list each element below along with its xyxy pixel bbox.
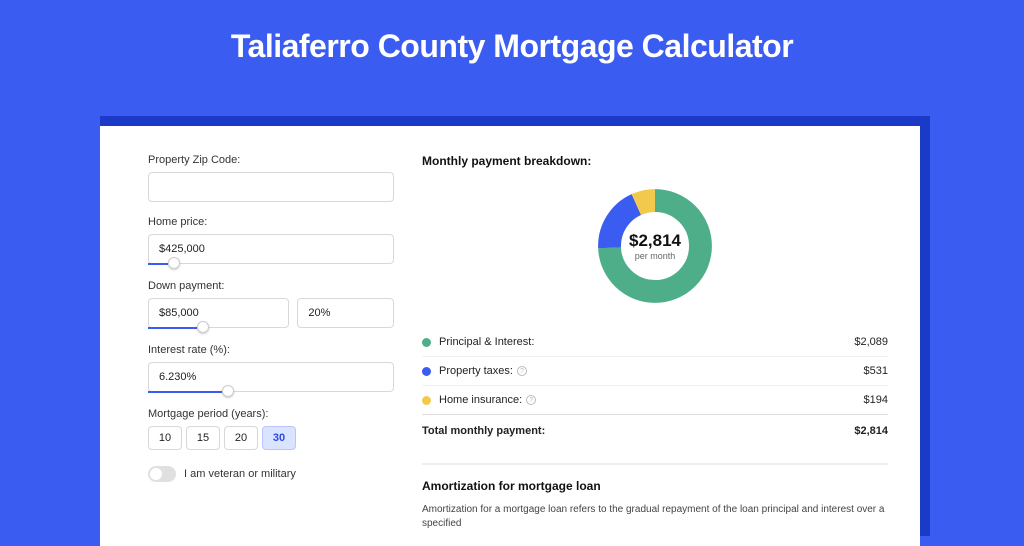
info-icon[interactable]: ? [517, 366, 527, 376]
page-title: Taliaferro County Mortgage Calculator [0, 0, 1024, 83]
down-slider-fill [148, 327, 197, 329]
legend-dot [422, 367, 431, 376]
total-label: Total monthly payment: [422, 425, 854, 437]
down-slider[interactable] [148, 326, 394, 330]
rate-slider-fill [148, 391, 222, 393]
down-slider-thumb[interactable] [197, 321, 209, 333]
period-btn-30[interactable]: 30 [262, 426, 296, 450]
amort-title: Amortization for mortgage loan [422, 479, 888, 493]
legend-label: Home insurance: ? [439, 394, 864, 406]
donut-amount: $2,814 [629, 231, 681, 251]
price-slider-thumb[interactable] [168, 257, 180, 269]
donut-wrap: $2,814 per month [422, 178, 888, 328]
breakdown-title: Monthly payment breakdown: [422, 154, 888, 168]
zip-label: Property Zip Code: [148, 154, 394, 166]
price-input[interactable] [148, 234, 394, 264]
veteran-label: I am veteran or military [184, 468, 296, 480]
donut-center: $2,814 per month [595, 186, 715, 306]
price-group: Home price: [148, 216, 394, 266]
zip-group: Property Zip Code: [148, 154, 394, 202]
down-percent-input[interactable] [297, 298, 394, 328]
rate-input[interactable] [148, 362, 394, 392]
total-value: $2,814 [854, 425, 888, 437]
period-label: Mortgage period (years): [148, 408, 394, 420]
breakdown-column: Monthly payment breakdown: $2,814 per mo… [422, 154, 888, 546]
amort-section: Amortization for mortgage loan Amortizat… [422, 463, 888, 531]
price-slider[interactable] [148, 262, 394, 266]
legend: Principal & Interest:$2,089Property taxe… [422, 328, 888, 414]
rate-slider[interactable] [148, 390, 394, 394]
period-btn-20[interactable]: 20 [224, 426, 258, 450]
legend-value: $531 [864, 365, 888, 377]
amort-text: Amortization for a mortgage loan refers … [422, 503, 888, 531]
donut-chart: $2,814 per month [595, 186, 715, 306]
period-btn-10[interactable]: 10 [148, 426, 182, 450]
legend-dot [422, 396, 431, 405]
calculator-card: Property Zip Code: Home price: Down paym… [100, 126, 920, 546]
total-row: Total monthly payment: $2,814 [422, 414, 888, 445]
down-group: Down payment: [148, 280, 394, 330]
donut-sub: per month [635, 251, 676, 261]
legend-value: $2,089 [854, 336, 888, 348]
period-group: Mortgage period (years): 10152030 [148, 408, 394, 450]
rate-group: Interest rate (%): [148, 344, 394, 394]
down-amount-input[interactable] [148, 298, 289, 328]
form-column: Property Zip Code: Home price: Down paym… [148, 154, 394, 546]
price-slider-fill [148, 263, 168, 265]
legend-row: Principal & Interest:$2,089 [422, 328, 888, 356]
info-icon[interactable]: ? [526, 395, 536, 405]
legend-label: Principal & Interest: [439, 336, 854, 348]
rate-slider-thumb[interactable] [222, 385, 234, 397]
veteran-row: I am veteran or military [148, 466, 394, 482]
down-label: Down payment: [148, 280, 394, 292]
legend-value: $194 [864, 394, 888, 406]
legend-label: Property taxes: ? [439, 365, 864, 377]
period-buttons: 10152030 [148, 426, 394, 450]
down-input-row [148, 298, 394, 328]
zip-input[interactable] [148, 172, 394, 202]
legend-row: Home insurance: ?$194 [422, 385, 888, 414]
legend-dot [422, 338, 431, 347]
veteran-toggle[interactable] [148, 466, 176, 482]
period-btn-15[interactable]: 15 [186, 426, 220, 450]
price-label: Home price: [148, 216, 394, 228]
rate-label: Interest rate (%): [148, 344, 394, 356]
legend-row: Property taxes: ?$531 [422, 356, 888, 385]
